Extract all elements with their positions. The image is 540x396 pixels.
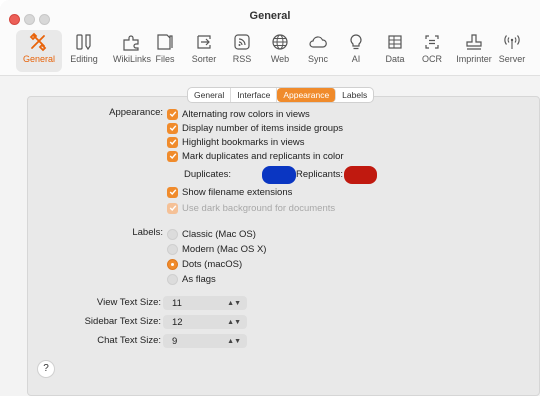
checkmark-icon [169,205,176,212]
label-style-classic[interactable]: Classic (Mac OS) [167,227,256,241]
option-text: Use dark background for documents [182,202,336,214]
tab-labels[interactable]: Labels [336,88,373,102]
radio-button[interactable] [167,273,178,285]
label-style-dots[interactable]: Dots (macOS) [167,257,242,271]
checkbox[interactable] [167,136,178,148]
checkmark-icon [169,139,176,146]
tools-icon [29,32,47,52]
appearance-label: Appearance: [109,107,163,118]
option-text: Classic (Mac OS) [182,228,256,240]
preferences-toolbar: General Editing WikiLinks Files Sorter R… [0,30,540,72]
stamp-icon [466,34,482,50]
toolbar-label: OCR [422,54,442,64]
checkmark-icon [169,153,176,160]
toolbar-item-server[interactable]: Server [489,30,535,72]
radio-button[interactable] [167,228,178,240]
chevron-updown-icon: ▲▼ [227,318,241,326]
label-style-flags[interactable]: As flags [167,272,216,286]
section-tabs: General Interface Appearance Labels [187,87,375,103]
view-text-size-label: View Text Size: [96,297,161,308]
select-value: 12 [172,316,183,328]
label-style-modern[interactable]: Modern (Mac OS X) [167,242,266,256]
checkmark-icon [169,111,176,118]
editing-icon [76,34,91,51]
chevron-updown-icon: ▲▼ [227,337,241,345]
data-icon [388,35,402,49]
option-text: As flags [182,273,216,285]
checkbox[interactable] [167,186,178,198]
toolbar-item-ocr[interactable]: OCR [409,30,455,72]
chevron-updown-icon: ▲▼ [227,299,241,307]
sidebar-text-size-label: Sidebar Text Size: [84,316,161,327]
option-text: Alternating row colors in views [182,108,310,120]
checkbox[interactable] [167,108,178,120]
option-text: Mark duplicates and replicants in color [182,150,344,162]
tab-appearance[interactable]: Appearance [277,88,337,102]
radio-button[interactable] [167,258,178,270]
option-highlight-bookmarks[interactable]: Highlight bookmarks in views [167,135,305,149]
view-text-size-select[interactable]: 11 ▲▼ [163,296,247,310]
select-value: 9 [172,335,178,347]
toolbar-label: Server [498,54,526,64]
toolbar-label: General [22,54,56,64]
globe-icon [272,34,288,50]
sidebar-text-size-select[interactable]: 12 ▲▼ [163,315,247,329]
puzzle-icon [123,35,139,51]
option-text: Show filename extensions [182,186,293,198]
titlebar: General General Editing WikiLinks Files … [0,0,540,76]
ocr-icon [425,35,439,49]
rss-icon [234,34,250,50]
tab-interface[interactable]: Interface [231,88,278,102]
cloud-icon [309,36,327,48]
window-title: General [249,10,291,22]
option-text: Modern (Mac OS X) [182,243,267,255]
replicants-label: Replicants: [296,169,343,180]
option-mark-duplicates[interactable]: Mark duplicates and replicants in color [167,149,344,163]
option-filename-extensions[interactable]: Show filename extensions [167,185,292,199]
option-dark-background: Use dark background for documents [167,201,335,215]
duplicates-color-well[interactable] [262,166,296,184]
tab-general[interactable]: General [188,88,232,102]
option-text: Highlight bookmarks in views [182,136,305,148]
checkbox[interactable] [167,122,178,134]
toolbar-item-editing[interactable]: Editing [61,30,107,72]
server-icon [504,35,520,49]
checkmark-icon [169,125,176,132]
toolbar-label: Editing [70,54,98,64]
select-value: 11 [172,297,182,309]
checkmark-icon [169,189,176,196]
toolbar-item-general[interactable]: General [16,30,62,72]
replicants-color-well[interactable] [344,166,377,184]
files-icon [157,34,173,50]
option-alternating-rows[interactable]: Alternating row colors in views [167,107,310,121]
chat-text-size-label: Chat Text Size: [97,335,161,346]
duplicates-label: Duplicates: [184,169,231,180]
checkbox [167,202,178,214]
option-text: Display number of items inside groups [182,122,344,134]
lightbulb-icon [350,34,362,50]
preferences-window: General General Editing WikiLinks Files … [0,0,540,396]
option-text: Dots (macOS) [182,258,243,270]
labels-label: Labels: [132,227,163,238]
sorter-icon [197,35,211,49]
option-item-count[interactable]: Display number of items inside groups [167,121,343,135]
help-button[interactable]: ? [37,360,55,378]
checkbox[interactable] [167,150,178,162]
radio-button[interactable] [167,243,178,255]
chat-text-size-select[interactable]: 9 ▲▼ [163,334,247,348]
